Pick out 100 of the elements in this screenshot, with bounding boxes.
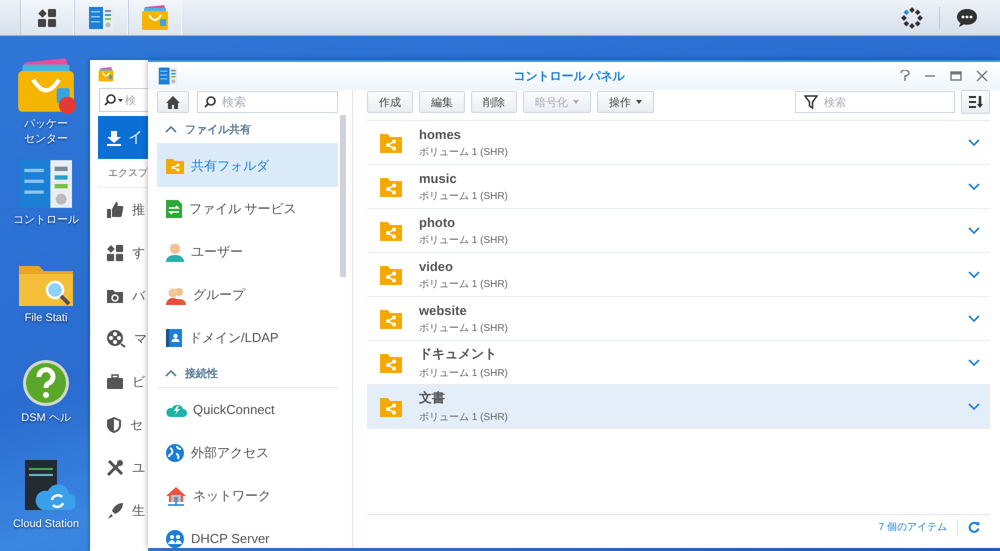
briefcase-icon <box>106 374 124 390</box>
taskbar-button[interactable] <box>74 0 128 35</box>
bag-icon <box>16 58 76 114</box>
folder-name: website <box>419 302 468 318</box>
icon-label: File Stati <box>24 311 68 326</box>
taskbar-button[interactable] <box>20 0 74 35</box>
search-icon <box>104 94 116 106</box>
volume-label: ボリューム 1 (SHR) <box>419 146 509 158</box>
category-item[interactable]: す <box>90 231 148 274</box>
sidebar-item[interactable]: DHCP Server <box>157 517 338 548</box>
category-item[interactable]: ビ <box>90 360 148 403</box>
volume-label: ボリューム 1 (SHR) <box>419 278 509 290</box>
help-icon[interactable] <box>900 70 910 82</box>
maximize-icon[interactable] <box>950 70 962 82</box>
sidebar-item[interactable]: ドメイン/LDAP <box>157 316 338 359</box>
folder-row[interactable]: video ボリューム 1 (SHR) <box>367 253 990 297</box>
shared-folder-icon <box>379 132 403 154</box>
thumbs-up-icon <box>106 200 124 218</box>
sidebar-item[interactable]: ファイル サービス <box>157 187 338 230</box>
icon-label: Cloud Station <box>12 517 80 532</box>
user-icon <box>165 242 185 262</box>
chevron-icon <box>968 226 980 234</box>
toolbar-button[interactable]: 作成 <box>367 91 413 113</box>
caret-icon <box>573 100 579 104</box>
dots-ring-icon[interactable] <box>901 6 923 28</box>
folder-name: ドキュメント <box>419 345 498 363</box>
folder-name: 文書 <box>419 389 446 407</box>
section-header[interactable]: 接続性 <box>157 359 338 388</box>
chevron-icon <box>968 358 980 366</box>
category-item[interactable]: 生 <box>90 489 148 532</box>
chevron-icon <box>968 314 980 322</box>
install-button[interactable]: イ <box>98 116 148 159</box>
category-item[interactable]: セ <box>90 403 148 446</box>
category-item[interactable]: マ <box>90 317 148 360</box>
category-item[interactable]: バ <box>90 274 148 317</box>
sort-icon <box>968 95 984 109</box>
sidebar-item[interactable]: 外部アクセス <box>157 431 338 474</box>
folder-row[interactable]: website ボリューム 1 (SHR) <box>367 297 990 341</box>
sidebar-item[interactable]: ネットワーク <box>157 474 338 517</box>
volume-label: ボリューム 1 (SHR) <box>419 322 509 334</box>
volume-label: ボリューム 1 (SHR) <box>419 190 509 202</box>
grid-icon <box>37 8 57 28</box>
caret-icon <box>118 98 123 102</box>
folder-name: video <box>419 258 454 274</box>
shared-folder-icon <box>379 352 403 374</box>
toolbar-button[interactable]: 操作 <box>597 91 654 113</box>
sidebar-item[interactable]: QuickConnect <box>157 388 338 431</box>
icon-label: コントロール <box>13 213 79 228</box>
chevron-icon <box>165 125 177 133</box>
grid-icon <box>106 244 124 262</box>
icon-label: DSM ヘル <box>21 411 71 426</box>
close-icon[interactable] <box>976 70 988 82</box>
bag-icon <box>141 4 169 30</box>
folder-icon <box>106 288 124 304</box>
globe-icon <box>165 442 185 462</box>
search-placeholder: 検索 <box>222 94 246 110</box>
group-icon <box>165 284 187 304</box>
filter-placeholder: 検索 <box>824 96 846 110</box>
panel-icon <box>88 6 114 30</box>
film-reel-icon <box>106 328 126 348</box>
home-button[interactable] <box>157 91 189 113</box>
chat-icon[interactable] <box>956 8 978 28</box>
file-arrows-icon <box>165 198 183 218</box>
sidebar-item[interactable]: グループ <box>157 273 338 316</box>
caret-icon <box>636 100 642 104</box>
filter-icon <box>804 95 818 109</box>
sidebar-item[interactable]: ユーザー <box>157 230 338 273</box>
panel-icon <box>158 66 178 86</box>
chevron-icon <box>968 182 980 190</box>
folder-name: homes <box>419 126 462 142</box>
folder-row[interactable]: 文書 ボリューム 1 (SHR) <box>367 385 990 429</box>
download-icon <box>106 130 122 146</box>
folder-name: music <box>419 170 458 186</box>
sort-button[interactable] <box>961 90 990 114</box>
folder-row[interactable]: photo ボリューム 1 (SHR) <box>367 209 990 253</box>
search-icon <box>204 96 216 108</box>
volume-label: ボリューム 1 (SHR) <box>419 234 509 246</box>
home-icon <box>166 96 180 108</box>
shared-folder-icon <box>379 308 403 330</box>
chevron-icon <box>968 138 980 146</box>
shared-folder-icon <box>379 264 403 286</box>
toolbar-button[interactable]: 編集 <box>419 91 465 113</box>
category-item[interactable]: ユ <box>90 446 148 489</box>
folder-row[interactable]: homes ボリューム 1 (SHR) <box>367 121 990 165</box>
item-count: 7 個のアイテム <box>878 520 947 534</box>
volume-label: ボリューム 1 (SHR) <box>419 367 509 380</box>
window-title: コントロール パネル <box>512 68 626 84</box>
contact-book-icon <box>165 328 183 348</box>
shield-icon <box>106 416 122 434</box>
icon-label: パッケー センター <box>24 117 68 147</box>
category-item[interactable]: 推 <box>90 188 148 231</box>
chevron-icon <box>968 270 980 278</box>
tools-icon <box>106 458 124 476</box>
shared-folder-icon <box>379 176 403 198</box>
refresh-icon[interactable] <box>968 520 980 532</box>
folder-row[interactable]: music ボリューム 1 (SHR) <box>367 165 990 209</box>
toolbar-button[interactable]: 削除 <box>471 91 517 113</box>
help-icon <box>21 358 71 408</box>
folder-name: photo <box>419 214 456 230</box>
volume-label: ボリューム 1 (SHR) <box>419 411 509 424</box>
